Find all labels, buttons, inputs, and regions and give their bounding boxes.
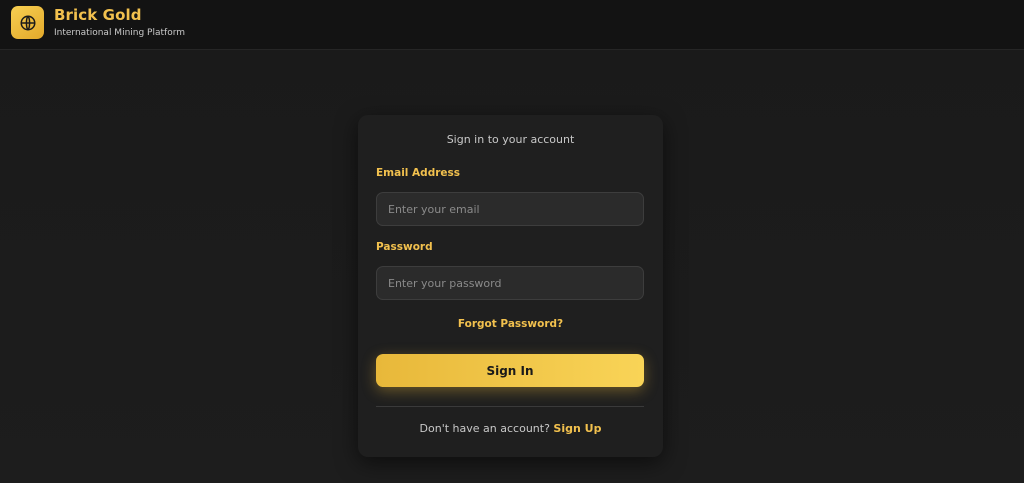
login-heading: Sign in to your account xyxy=(446,133,575,146)
sign-up-link[interactable]: Sign Up xyxy=(553,422,601,435)
forgot-password-link[interactable]: Forgot Password? xyxy=(358,318,663,330)
email-label: Email Address xyxy=(376,167,461,179)
password-field[interactable] xyxy=(376,266,644,300)
top-header: Brick Gold International Mining Platform xyxy=(0,0,1024,50)
signup-prompt: Don't have an account? xyxy=(419,422,554,435)
sign-in-button[interactable]: Sign In xyxy=(376,354,644,387)
signup-row: Don't have an account? Sign Up xyxy=(358,422,663,435)
brand-name: Brick Gold xyxy=(54,6,142,24)
password-label: Password xyxy=(376,241,433,253)
app-root: Brick Gold International Mining Platform… xyxy=(0,0,1024,483)
brand-tagline: International Mining Platform xyxy=(54,28,186,38)
divider xyxy=(376,406,644,407)
globe-icon xyxy=(20,15,35,30)
brand-logo[interactable] xyxy=(11,6,44,39)
email-field[interactable] xyxy=(376,192,644,226)
login-card: Sign in to your account Email Address Pa… xyxy=(358,115,663,457)
